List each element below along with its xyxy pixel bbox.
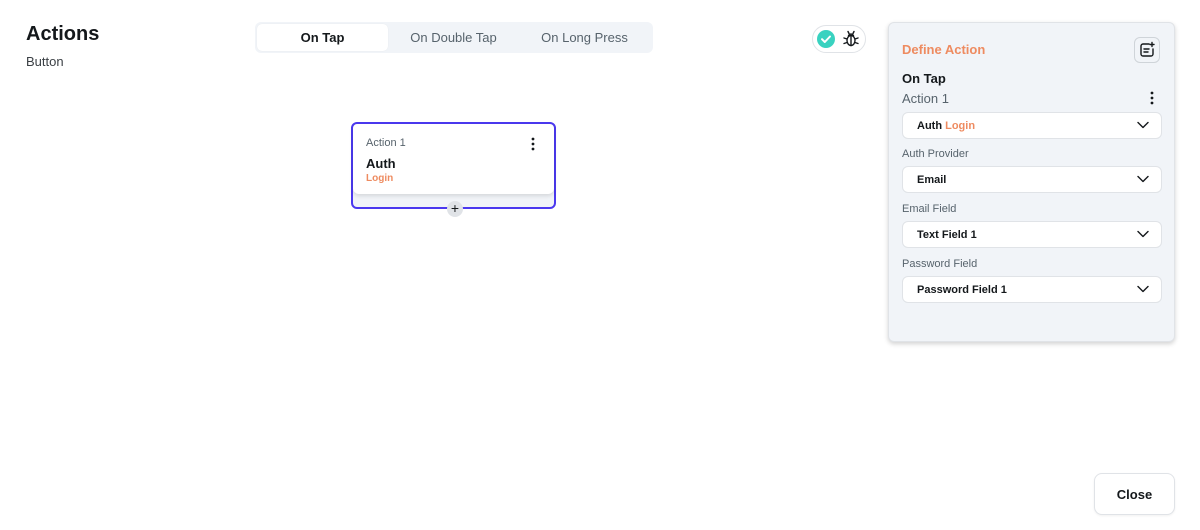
chevron-down-icon [1137, 175, 1149, 183]
validation-debug-group [812, 25, 866, 53]
close-button[interactable]: Close [1094, 473, 1175, 515]
chevron-down-icon [1137, 230, 1149, 238]
panel-action-name: Action 1 [902, 91, 949, 106]
action-type-dropdown[interactable]: Auth Login [902, 112, 1162, 139]
action-card-body[interactable]: Action 1 Auth Login [353, 124, 554, 194]
page-subtitle: Button [26, 54, 64, 69]
more-vertical-icon[interactable] [531, 137, 535, 151]
check-circle-icon[interactable] [817, 30, 835, 48]
action-card-type: Auth [366, 156, 396, 171]
action-type-main: Auth [917, 120, 943, 132]
email-field-label: Email Field [902, 203, 957, 215]
page-title: Actions [26, 23, 100, 45]
email-field-value: Text Field 1 [917, 229, 977, 241]
add-action-button[interactable]: + [447, 201, 463, 217]
auth-provider-label: Auth Provider [902, 148, 969, 160]
panel-title: Define Action [902, 42, 986, 57]
tab-on-tap[interactable]: On Tap [257, 24, 388, 51]
action-card-label: Action 1 [366, 137, 406, 149]
action-type-accent: Login [945, 120, 976, 132]
action-card-subtype: Login [366, 173, 394, 184]
chevron-down-icon [1137, 285, 1149, 293]
chevron-down-icon [1137, 121, 1149, 129]
auth-provider-dropdown[interactable]: Email [902, 166, 1162, 193]
tab-on-double-tap[interactable]: On Double Tap [388, 24, 519, 51]
trigger-tabs: On Tap On Double Tap On Long Press [255, 22, 653, 53]
tab-on-long-press[interactable]: On Long Press [519, 24, 650, 51]
add-note-button[interactable] [1134, 37, 1160, 63]
more-vertical-icon[interactable] [1150, 91, 1154, 105]
password-field-dropdown[interactable]: Password Field 1 [902, 276, 1162, 303]
define-action-panel: Define Action On Tap Action 1 Auth Login… [888, 22, 1175, 342]
add-note-icon [1140, 41, 1155, 57]
action-card[interactable]: Action 1 Auth Login + [351, 122, 556, 217]
action-type-value: Auth Login [917, 120, 975, 132]
password-field-value: Password Field 1 [917, 284, 1007, 296]
panel-trigger-label: On Tap [902, 71, 946, 86]
password-field-label: Password Field [902, 258, 978, 270]
bug-icon[interactable] [841, 29, 861, 49]
auth-provider-value: Email [917, 174, 947, 186]
email-field-dropdown[interactable]: Text Field 1 [902, 221, 1162, 248]
